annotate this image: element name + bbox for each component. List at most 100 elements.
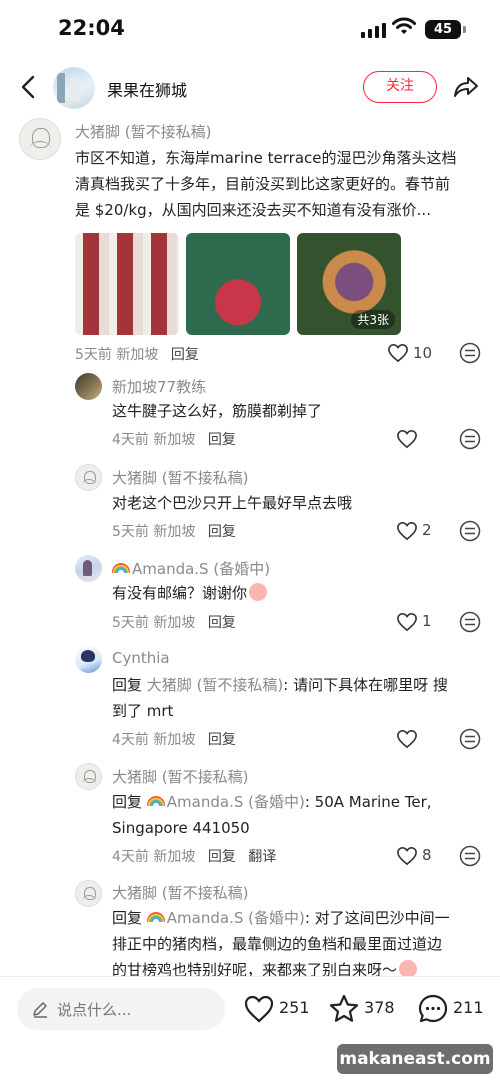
- more-icon[interactable]: [459, 520, 481, 542]
- mention-text: Amanda.S (备婚中): [166, 793, 305, 811]
- avatar[interactable]: [75, 880, 102, 907]
- reply-link[interactable]: 回复: [208, 732, 236, 748]
- comment-text-line: 回复 大猪脚 (暂不接私稿): 请问下具体在哪里呀 搜: [112, 672, 448, 698]
- comment-author[interactable]: Cynthia: [112, 649, 170, 667]
- like-count: 10: [413, 344, 433, 362]
- follow-button[interactable]: 关注: [363, 71, 437, 103]
- comment-author[interactable]: 大猪脚 (暂不接私稿): [112, 766, 248, 787]
- more-icon[interactable]: [459, 428, 481, 450]
- pen-icon: [33, 1002, 47, 1018]
- avatar[interactable]: [75, 555, 102, 582]
- like-count: 8: [422, 846, 432, 864]
- collect-count: 378: [364, 998, 395, 1017]
- rainbow-icon: [146, 796, 165, 806]
- author-avatar[interactable]: [53, 67, 95, 109]
- comment-text-line: 回复 Amanda.S (备婚中): 对了这间巴沙中间一: [112, 905, 450, 931]
- avatar[interactable]: [75, 646, 102, 673]
- author-name-text: Amanda.S (备婚中): [132, 560, 271, 578]
- comment-text-line: 回复 Amanda.S (备婚中): 50A Marine Ter,: [112, 789, 432, 815]
- battery-cap: [463, 26, 466, 33]
- reply-prefix: 回复: [112, 909, 143, 927]
- like-count: 251: [279, 998, 310, 1017]
- comment-author[interactable]: 新加坡77教练: [112, 376, 206, 397]
- comment-text-line: 市区不知道，东海岸marine terrace的湿巴沙角落头这档: [75, 149, 457, 167]
- comment-icon[interactable]: [417, 993, 449, 1025]
- reply-link[interactable]: 回复: [171, 347, 199, 363]
- comment-photo[interactable]: [186, 233, 290, 335]
- like-count: 1: [422, 612, 432, 630]
- more-icon[interactable]: [459, 845, 481, 867]
- comment-author[interactable]: 大猪脚 (暂不接私稿): [112, 467, 248, 488]
- comment-author[interactable]: 大猪脚 (暂不接私稿): [75, 121, 211, 142]
- more-icon[interactable]: [459, 611, 481, 633]
- like-icon[interactable]: [396, 846, 418, 866]
- comment-photo[interactable]: [75, 233, 179, 335]
- comment-text-content: : 50A Marine Ter,: [304, 793, 432, 811]
- comment-author[interactable]: Amanda.S (备婚中): [112, 558, 270, 579]
- comment-time: 5天前: [112, 524, 149, 540]
- comment-text: 这牛腱子这么好，筋膜都剃掉了: [112, 402, 323, 420]
- comment-count: 211: [453, 998, 484, 1017]
- star-icon[interactable]: [328, 993, 360, 1025]
- comment-author[interactable]: 大猪脚 (暂不接私稿): [112, 882, 248, 903]
- signal-icon: [361, 22, 386, 38]
- reply-mention[interactable]: 大猪脚 (暂不接私稿): [147, 676, 283, 694]
- comment-input[interactable]: 说点什么...: [17, 988, 225, 1030]
- input-placeholder: 说点什么...: [57, 1001, 132, 1019]
- bottom-bar: 说点什么... 251 378 211 makaneast.com: [0, 976, 500, 1080]
- comment-location: 新加坡: [153, 849, 196, 865]
- more-icon[interactable]: [459, 342, 481, 364]
- comment-text-line: Singapore 441050: [112, 819, 250, 837]
- reply-link[interactable]: 回复: [208, 524, 236, 540]
- avatar[interactable]: [19, 118, 61, 160]
- header: 果果在狮城 关注: [0, 60, 500, 114]
- comment-meta: 5天前 新加坡 回复: [75, 344, 199, 364]
- wifi-icon: [392, 17, 416, 34]
- like-count: 2: [422, 521, 432, 539]
- like-icon[interactable]: [243, 993, 275, 1025]
- comment-text-line: 到了 mrt: [112, 702, 174, 720]
- avatar[interactable]: [75, 373, 102, 400]
- comment-meta: 5天前 新加坡 回复: [112, 521, 236, 541]
- comment-location: 新加坡: [116, 347, 159, 363]
- battery-icon: 45: [425, 20, 461, 39]
- reply-link[interactable]: 回复: [208, 849, 236, 865]
- comment-location: 新加坡: [153, 432, 196, 448]
- status-bar: 22:04 45: [0, 0, 500, 60]
- like-icon[interactable]: [396, 612, 418, 632]
- rainbow-icon: [146, 912, 165, 922]
- author-name[interactable]: 果果在狮城: [107, 77, 187, 101]
- reply-mention[interactable]: Amanda.S (备婚中): [146, 909, 305, 927]
- reply-mention[interactable]: Amanda.S (备婚中): [146, 793, 305, 811]
- translate-link[interactable]: 翻译: [248, 849, 276, 865]
- comment-time: 4天前: [112, 732, 149, 748]
- comment-text-content: 有没有邮编？谢谢你: [112, 584, 248, 602]
- comment-text: 有没有邮编？谢谢你: [112, 580, 268, 606]
- comment-text-line: 是 $20/kg，从国内回来还没去买不知道有没有涨价...: [75, 201, 431, 219]
- comment-photo[interactable]: 共3张: [297, 233, 401, 335]
- reply-prefix: 回复: [112, 676, 143, 694]
- comment-meta: 4天前 新加坡 回复 翻译: [112, 846, 276, 866]
- comment-location: 新加坡: [153, 732, 196, 748]
- like-icon[interactable]: [387, 343, 409, 363]
- emoji-icon: [249, 583, 268, 601]
- like-icon[interactable]: [396, 429, 418, 449]
- avatar[interactable]: [75, 763, 102, 790]
- back-icon[interactable]: [14, 72, 44, 102]
- like-icon[interactable]: [396, 729, 418, 749]
- more-icon[interactable]: [459, 728, 481, 750]
- reply-link[interactable]: 回复: [208, 615, 236, 631]
- mention-text: Amanda.S (备婚中): [166, 909, 305, 927]
- comment-time: 4天前: [112, 849, 149, 865]
- rainbow-icon: [112, 563, 130, 573]
- comment-time: 4天前: [112, 432, 149, 448]
- comment-text: 对老这个巴沙只开上午最好早点去哦: [112, 494, 353, 512]
- like-icon[interactable]: [396, 521, 418, 541]
- comment-text-content: : 请问下具体在哪里呀 搜: [283, 676, 448, 694]
- comment-text-content: : 对了这间巴沙中间一: [304, 909, 450, 927]
- comment-meta: 4天前 新加坡 回复: [112, 429, 236, 449]
- avatar[interactable]: [75, 464, 102, 491]
- share-icon[interactable]: [452, 73, 480, 101]
- comment-time: 5天前: [75, 347, 112, 363]
- reply-link[interactable]: 回复: [208, 432, 236, 448]
